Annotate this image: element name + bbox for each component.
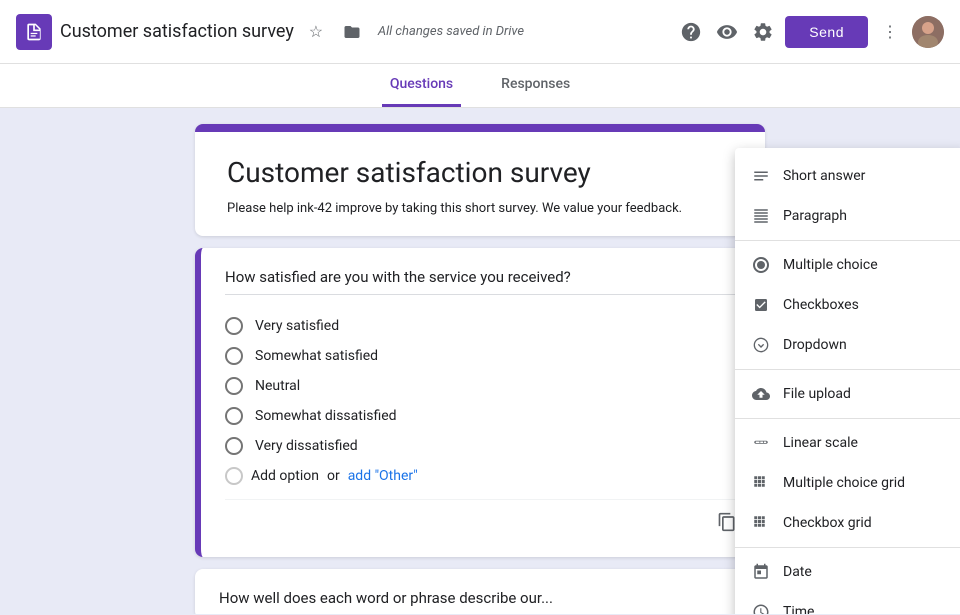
option-label: Somewhat dissatisfied [255,408,397,424]
paragraph-icon [751,206,771,226]
menu-item-checkboxes[interactable]: Checkboxes [735,285,960,325]
menu-label-file-upload: File upload [783,386,851,402]
menu-label-mc-grid: Multiple choice grid [783,475,905,491]
menu-divider-3 [735,418,960,419]
more-options-icon[interactable]: ⋮ [876,18,904,46]
form-title: Customer satisfaction survey [227,156,733,189]
mc-grid-icon [751,473,771,493]
folder-icon[interactable] [338,18,366,46]
option-row: Somewhat dissatisfied [225,401,741,431]
option-label: Neutral [255,378,300,394]
menu-item-time[interactable]: Time [735,592,960,614]
preview-icon[interactable] [713,18,741,46]
option-row: Very satisfied [225,311,741,341]
tab-questions[interactable]: Questions [382,64,461,107]
menu-label-checkboxes: Checkboxes [783,297,859,313]
checkbox-grid-icon [751,513,771,533]
menu-label-date: Date [783,564,812,580]
menu-item-paragraph[interactable]: Paragraph [735,196,960,236]
menu-item-checkbox-grid[interactable]: Checkbox grid [735,503,960,543]
menu-label-linear-scale: Linear scale [783,435,858,451]
menu-label-checkbox-grid: Checkbox grid [783,515,872,531]
add-other-link[interactable]: add "Other" [348,468,418,484]
settings-icon[interactable] [749,18,777,46]
header-right: Send ⋮ [677,16,944,48]
question-card-1: How satisfied are you with the service y… [195,248,765,557]
menu-item-dropdown[interactable]: Dropdown [735,325,960,365]
autosave-status: All changes saved in Drive [378,24,524,39]
option-label: Very satisfied [255,318,339,334]
app-icon [16,14,52,50]
menu-item-mc-grid[interactable]: Multiple choice grid [735,463,960,503]
add-option-label[interactable]: Add option [251,468,319,484]
help-icon[interactable] [677,18,705,46]
menu-label-time: Time [783,604,814,614]
radio-input[interactable] [225,407,243,425]
menu-label-paragraph: Paragraph [783,208,847,224]
add-option-row: Add option or add "Other" [225,461,741,491]
menu-label-multiple-choice: Multiple choice [783,257,878,273]
option-label: Very dissatisfied [255,438,358,454]
menu-item-short-answer[interactable]: Short answer [735,156,960,196]
short-answer-icon [751,166,771,186]
question-text-2: How well does each word or phrase descri… [219,589,741,607]
radio-input[interactable] [225,317,243,335]
user-avatar[interactable] [912,16,944,48]
option-row: Very dissatisfied [225,431,741,461]
main-content: Customer satisfaction survey Please help… [0,108,960,614]
header-left: Customer satisfaction survey ☆ All chang… [16,14,677,50]
radio-input[interactable] [225,437,243,455]
menu-item-date[interactable]: Date [735,552,960,592]
multiple-choice-icon [751,255,771,275]
title-card: Customer satisfaction survey Please help… [195,124,765,236]
send-button[interactable]: Send [785,16,868,48]
document-title: Customer satisfaction survey [60,21,294,42]
option-row: Somewhat satisfied [225,341,741,371]
question-card-2: How well does each word or phrase descri… [195,569,765,614]
linear-scale-icon [751,433,771,453]
menu-divider-4 [735,547,960,548]
radio-input[interactable] [225,347,243,365]
card-footer [225,499,741,541]
tab-responses[interactable]: Responses [493,64,578,107]
menu-item-linear-scale[interactable]: Linear scale [735,423,960,463]
radio-input[interactable] [225,377,243,395]
form-description: Please help ink-42 improve by taking thi… [227,201,733,216]
question-text-1: How satisfied are you with the service y… [225,268,741,295]
question-type-dropdown: Short answer Paragraph Multiple choice [735,148,960,614]
radio-placeholder [225,467,243,485]
option-label: Somewhat satisfied [255,348,378,364]
checkboxes-icon [751,295,771,315]
menu-divider-2 [735,369,960,370]
dropdown-icon [751,335,771,355]
menu-divider-1 [735,240,960,241]
menu-label-dropdown: Dropdown [783,337,847,353]
menu-item-file-upload[interactable]: File upload [735,374,960,414]
option-row: Neutral [225,371,741,401]
file-upload-icon [751,384,771,404]
tabs-bar: Questions Responses [0,64,960,108]
star-icon[interactable]: ☆ [302,18,330,46]
menu-label-short-answer: Short answer [783,168,865,184]
form-container: Customer satisfaction survey Please help… [195,124,765,614]
time-icon [751,602,771,614]
app-header: Customer satisfaction survey ☆ All chang… [0,0,960,64]
date-icon [751,562,771,582]
or-label: or [327,468,340,484]
menu-item-multiple-choice[interactable]: Multiple choice [735,245,960,285]
